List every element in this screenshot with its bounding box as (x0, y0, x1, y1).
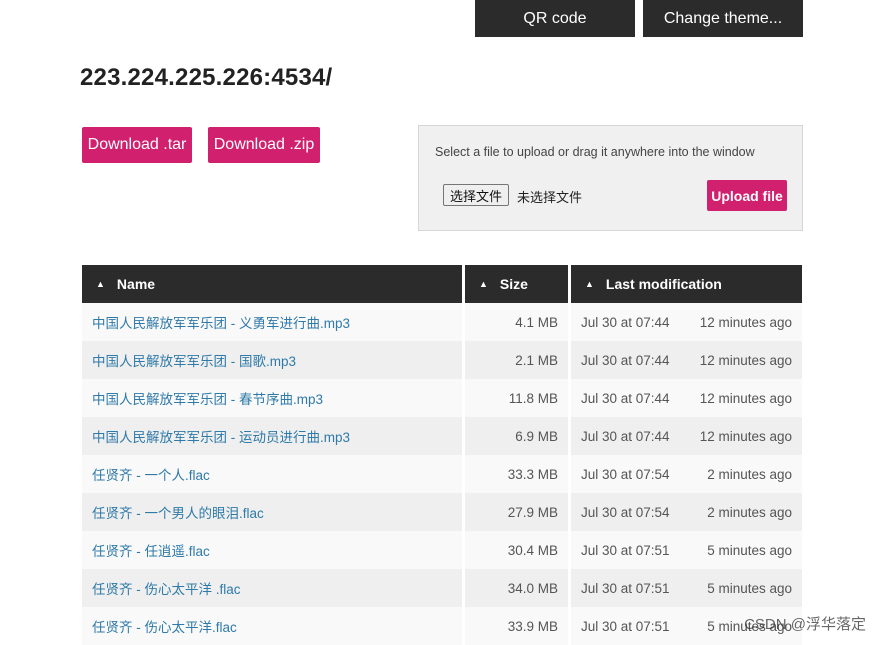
size-cell: 33.3 MB (465, 455, 571, 493)
file-link[interactable]: 中国人民解放军军乐团 - 国歌.mp3 (92, 350, 296, 370)
size-cell: 6.9 MB (465, 417, 571, 455)
modified-date: Jul 30 at 07:44 (581, 352, 670, 368)
name-cell: 中国人民解放军军乐团 - 国歌.mp3 (82, 341, 465, 379)
sort-up-icon: ▲ (479, 279, 488, 289)
qr-code-button[interactable]: QR code (475, 0, 635, 37)
size-cell: 2.1 MB (465, 341, 571, 379)
upload-hint: Select a file to upload or drag it anywh… (435, 145, 755, 159)
modified-ago: 5 minutes ago (707, 580, 792, 596)
size-cell: 11.8 MB (465, 379, 571, 417)
sort-by-modified-header[interactable]: ▲ Last modification (571, 265, 802, 303)
file-link[interactable]: 任贤齐 - 伤心太平洋.flac (92, 616, 237, 636)
file-status-text: 未选择文件 (517, 190, 583, 205)
modified-ago: 12 minutes ago (699, 390, 792, 406)
table-row: 任贤齐 - 任逍遥.flac 30.4 MB Jul 30 at 07:51 5 mi… (82, 531, 802, 569)
name-cell: 中国人民解放军军乐团 - 春节序曲.mp3 (82, 379, 465, 417)
modified-date: Jul 30 at 07:51 (581, 618, 670, 634)
sort-up-icon: ▲ (96, 279, 105, 289)
name-cell: 任贤齐 - 一个人.flac (82, 455, 465, 493)
name-cell: 中国人民解放军军乐团 - 运动员进行曲.mp3 (82, 417, 465, 455)
name-cell: 任贤齐 - 伤心太平洋.flac (82, 607, 465, 645)
name-cell: 任贤齐 - 任逍遥.flac (82, 531, 465, 569)
sort-by-name-header[interactable]: ▲ Name (82, 265, 465, 303)
watermark: CSDN @浮华落定 (744, 616, 866, 633)
sort-up-icon: ▲ (585, 279, 594, 289)
file-link[interactable]: 中国人民解放军军乐团 - 运动员进行曲.mp3 (92, 426, 350, 446)
download-tar-button[interactable]: Download .tar (82, 127, 192, 163)
table-header: ▲ Name ▲ Size ▲ Last modification (82, 265, 802, 303)
table-row: 任贤齐 - 伤心太平洋.flac 33.9 MB Jul 30 at 07:51 5 … (82, 607, 802, 645)
modified-cell: Jul 30 at 07:44 12 minutes ago (571, 341, 802, 379)
modified-cell: Jul 30 at 07:54 2 minutes ago (571, 493, 802, 531)
modified-ago: 12 minutes ago (699, 314, 792, 330)
modified-cell: Jul 30 at 07:44 12 minutes ago (571, 379, 802, 417)
table-row: 任贤齐 - 一个人.flac 33.3 MB Jul 30 at 07:54 2 mi… (82, 455, 802, 493)
file-table: ▲ Name ▲ Size ▲ Last modification 中国人民解放… (82, 265, 802, 645)
change-theme-button[interactable]: Change theme... (643, 0, 803, 37)
size-column-label: Size (499, 276, 528, 292)
modified-date: Jul 30 at 07:54 (581, 504, 670, 520)
name-column-label: Name (116, 276, 156, 292)
modified-ago: 2 minutes ago (707, 466, 792, 482)
name-cell: 任贤齐 - 一个男人的眼泪.flac (82, 493, 465, 531)
modified-ago: 12 minutes ago (699, 428, 792, 444)
modified-date: Jul 30 at 07:51 (581, 580, 670, 596)
name-cell: 中国人民解放军军乐团 - 义勇军进行曲.mp3 (82, 303, 465, 341)
table-row: 中国人民解放军军乐团 - 国歌.mp3 2.1 MB Jul 30 at 07:44… (82, 341, 802, 379)
file-link[interactable]: 任贤齐 - 任逍遥.flac (92, 540, 210, 560)
name-cell: 任贤齐 - 伤心太平洋 .flac (82, 569, 465, 607)
modified-column-label: Last modification (605, 276, 722, 292)
modified-date: Jul 30 at 07:54 (581, 466, 670, 482)
size-cell: 27.9 MB (465, 493, 571, 531)
file-link[interactable]: 任贤齐 - 一个人.flac (92, 464, 210, 484)
upload-file-button[interactable]: Upload file (707, 180, 787, 211)
file-link[interactable]: 任贤齐 - 一个男人的眼泪.flac (92, 502, 264, 522)
table-row: 中国人民解放军军乐团 - 义勇军进行曲.mp3 4.1 MB Jul 30 at 0… (82, 303, 802, 341)
modified-cell: Jul 30 at 07:54 2 minutes ago (571, 455, 802, 493)
table-body: 中国人民解放军军乐团 - 义勇军进行曲.mp3 4.1 MB Jul 30 at 0… (82, 303, 802, 645)
size-cell: 33.9 MB (465, 607, 571, 645)
size-cell: 4.1 MB (465, 303, 571, 341)
modified-date: Jul 30 at 07:51 (581, 542, 670, 558)
page-title: 223.224.225.226:4534/ (80, 64, 333, 91)
choose-file-button[interactable]: 选择文件 (443, 184, 510, 206)
modified-ago: 12 minutes ago (699, 352, 792, 368)
size-cell: 34.0 MB (465, 569, 571, 607)
modified-date: Jul 30 at 07:44 (581, 390, 670, 406)
table-row: 中国人民解放军军乐团 - 春节序曲.mp3 11.8 MB Jul 30 at 07… (82, 379, 802, 417)
file-link[interactable]: 中国人民解放军军乐团 - 义勇军进行曲.mp3 (92, 312, 350, 332)
modified-ago: 5 minutes ago (707, 542, 792, 558)
file-link[interactable]: 中国人民解放军军乐团 - 春节序曲.mp3 (92, 388, 323, 408)
table-row: 中国人民解放军军乐团 - 运动员进行曲.mp3 6.9 MB Jul 30 at 0… (82, 417, 802, 455)
table-row: 任贤齐 - 伤心太平洋 .flac 34.0 MB Jul 30 at 07:51 5… (82, 569, 802, 607)
modified-cell: Jul 30 at 07:51 5 minutes ago (571, 531, 802, 569)
modified-cell: Jul 30 at 07:44 12 minutes ago (571, 417, 802, 455)
download-zip-button[interactable]: Download .zip (208, 127, 320, 163)
sort-by-size-header[interactable]: ▲ Size (465, 265, 571, 303)
modified-cell: Jul 30 at 07:44 12 minutes ago (571, 303, 802, 341)
modified-ago: 2 minutes ago (707, 504, 792, 520)
table-row: 任贤齐 - 一个男人的眼泪.flac 27.9 MB Jul 30 at 07:54… (82, 493, 802, 531)
upload-panel[interactable]: Select a file to upload or drag it anywh… (418, 125, 803, 231)
modified-cell: Jul 30 at 07:51 5 minutes ago (571, 569, 802, 607)
file-link[interactable]: 任贤齐 - 伤心太平洋 .flac (92, 578, 241, 598)
modified-date: Jul 30 at 07:44 (581, 314, 670, 330)
modified-date: Jul 30 at 07:44 (581, 428, 670, 444)
size-cell: 30.4 MB (465, 531, 571, 569)
